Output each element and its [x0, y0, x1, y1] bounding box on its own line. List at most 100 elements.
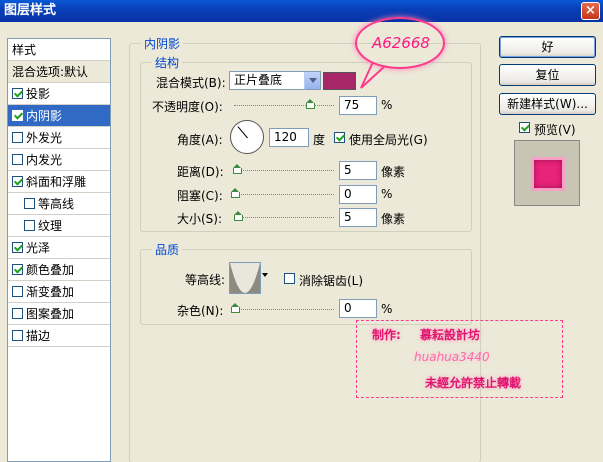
style-list-checkbox[interactable] — [12, 132, 23, 143]
color-code-annotation: A62668 — [372, 34, 430, 52]
choke-unit: % — [381, 187, 393, 201]
style-list-checkbox[interactable] — [12, 286, 23, 297]
credit-notice: 未經允許禁止轉載 — [425, 376, 522, 390]
style-list-checkbox[interactable] — [12, 176, 23, 187]
style-list-item[interactable]: 内发光 — [8, 149, 110, 171]
contour-picker[interactable] — [229, 262, 261, 294]
style-list-item[interactable]: 描边 — [8, 325, 110, 347]
style-list-label: 颜色叠加 — [26, 263, 75, 277]
antialias-checkbox[interactable] — [284, 273, 295, 284]
close-button[interactable]: × — [581, 2, 600, 20]
preview-label[interactable]: 预览(V) — [534, 121, 576, 138]
distance-input[interactable]: 5 — [339, 161, 377, 180]
contour-curve-icon — [230, 263, 260, 293]
contour-dropdown-arrow[interactable] — [262, 273, 268, 280]
style-list-checkbox[interactable] — [12, 308, 23, 319]
style-list-item[interactable]: 外发光 — [8, 127, 110, 149]
angle-input[interactable]: 120 — [269, 128, 309, 147]
style-list-item[interactable]: 内阴影 — [8, 105, 110, 127]
credit-author-name: 慕耘設計坊 — [420, 328, 481, 342]
style-list-item[interactable]: 斜面和浮雕 — [8, 171, 110, 193]
preview-checkbox[interactable] — [519, 122, 530, 133]
style-list-item[interactable]: 投影 — [8, 83, 110, 105]
angle-needle — [237, 126, 248, 139]
credit-handle: huahua3440 — [414, 350, 490, 364]
opacity-input[interactable]: 75 — [339, 96, 377, 115]
distance-slider-thumb[interactable] — [233, 164, 242, 174]
inner-shadow-title: 内阴影 — [141, 35, 184, 52]
blend-mode-value: 正片叠底 — [234, 73, 283, 87]
chevron-down-icon[interactable] — [304, 72, 320, 89]
preview-thumbnail — [514, 140, 580, 206]
blend-mode-select[interactable]: 正片叠底 — [229, 71, 321, 90]
style-list-label: 纹理 — [38, 219, 63, 233]
style-list-checkbox[interactable] — [12, 264, 23, 275]
quality-title: 品质 — [152, 241, 183, 258]
style-list-label: 外发光 — [26, 131, 63, 145]
style-list-item[interactable]: 样式 — [8, 39, 110, 61]
style-list-item[interactable]: 渐变叠加 — [8, 281, 110, 303]
choke-slider-thumb[interactable] — [231, 188, 240, 198]
style-list-checkbox[interactable] — [24, 220, 35, 231]
size-slider-track[interactable] — [234, 217, 334, 218]
size-slider-thumb[interactable] — [234, 211, 243, 221]
style-list-label: 图案叠加 — [26, 307, 75, 321]
style-list-checkbox[interactable] — [12, 110, 23, 121]
style-list-item[interactable]: 图案叠加 — [8, 303, 110, 325]
opacity-unit: % — [381, 98, 393, 112]
opacity-slider-thumb[interactable] — [306, 99, 315, 109]
angle-dial[interactable] — [230, 120, 264, 154]
opacity-label: 不透明度(O): — [152, 100, 223, 114]
size-input[interactable]: 5 — [339, 208, 377, 227]
reset-button[interactable]: 复位 — [499, 64, 596, 86]
global-light-checkbox[interactable] — [334, 132, 345, 143]
style-list-label: 样式 — [12, 43, 37, 57]
style-list-label: 描边 — [26, 329, 51, 343]
style-list-label: 光泽 — [26, 241, 51, 255]
style-list-label: 渐变叠加 — [26, 285, 75, 299]
ok-button[interactable]: 好 — [499, 36, 596, 58]
preview-swatch — [531, 157, 565, 191]
style-list-item[interactable]: 纹理 — [8, 215, 110, 237]
noise-slider-track[interactable] — [232, 309, 334, 310]
window-title: 图层样式 — [4, 3, 57, 18]
style-list-label: 等高线 — [38, 197, 75, 211]
style-list-label: 混合选项:默认 — [12, 65, 89, 79]
structure-title: 结构 — [152, 54, 183, 71]
blend-mode-label: 混合模式(B): — [156, 76, 226, 90]
style-list-checkbox[interactable] — [24, 198, 35, 209]
angle-unit: 度 — [313, 133, 326, 147]
distance-unit: 像素 — [381, 165, 406, 179]
noise-label: 杂色(N): — [177, 304, 224, 318]
distance-slider-track[interactable] — [234, 170, 334, 171]
size-label: 大小(S): — [177, 212, 223, 226]
opacity-slider-track[interactable] — [234, 105, 334, 106]
noise-unit: % — [381, 302, 393, 316]
style-list-checkbox[interactable] — [12, 242, 23, 253]
noise-slider-thumb[interactable] — [231, 303, 240, 313]
style-list-label: 投影 — [26, 87, 51, 101]
antialias-label[interactable]: 消除锯齿(L) — [299, 272, 363, 289]
style-list-label: 内阴影 — [26, 109, 63, 123]
style-list-item[interactable]: 颜色叠加 — [8, 259, 110, 281]
angle-label: 角度(A): — [177, 133, 223, 147]
noise-input[interactable]: 0 — [339, 299, 377, 318]
style-list-checkbox[interactable] — [12, 330, 23, 341]
style-list-item[interactable]: 光泽 — [8, 237, 110, 259]
style-list-label: 内发光 — [26, 153, 63, 167]
style-list-checkbox[interactable] — [12, 154, 23, 165]
style-list: 样式混合选项:默认投影内阴影外发光内发光斜面和浮雕等高线纹理光泽颜色叠加渐变叠加… — [7, 38, 111, 462]
new-style-button[interactable]: 新建样式(W)... — [499, 93, 596, 115]
style-list-item[interactable]: 等高线 — [8, 193, 110, 215]
style-list-checkbox[interactable] — [12, 88, 23, 99]
style-list-label: 斜面和浮雕 — [26, 175, 87, 189]
title-bar: 图层样式 × — [0, 0, 603, 22]
global-light-label[interactable]: 使用全局光(G) — [349, 131, 428, 148]
annotation-pointer-icon — [360, 61, 386, 89]
style-list-item[interactable]: 混合选项:默认 — [8, 61, 110, 83]
choke-slider-track[interactable] — [232, 194, 334, 195]
choke-input[interactable]: 0 — [339, 185, 377, 204]
shadow-color-swatch[interactable] — [323, 72, 356, 90]
credit-author-label: 制作: — [372, 328, 401, 342]
distance-label: 距离(D): — [177, 165, 224, 179]
